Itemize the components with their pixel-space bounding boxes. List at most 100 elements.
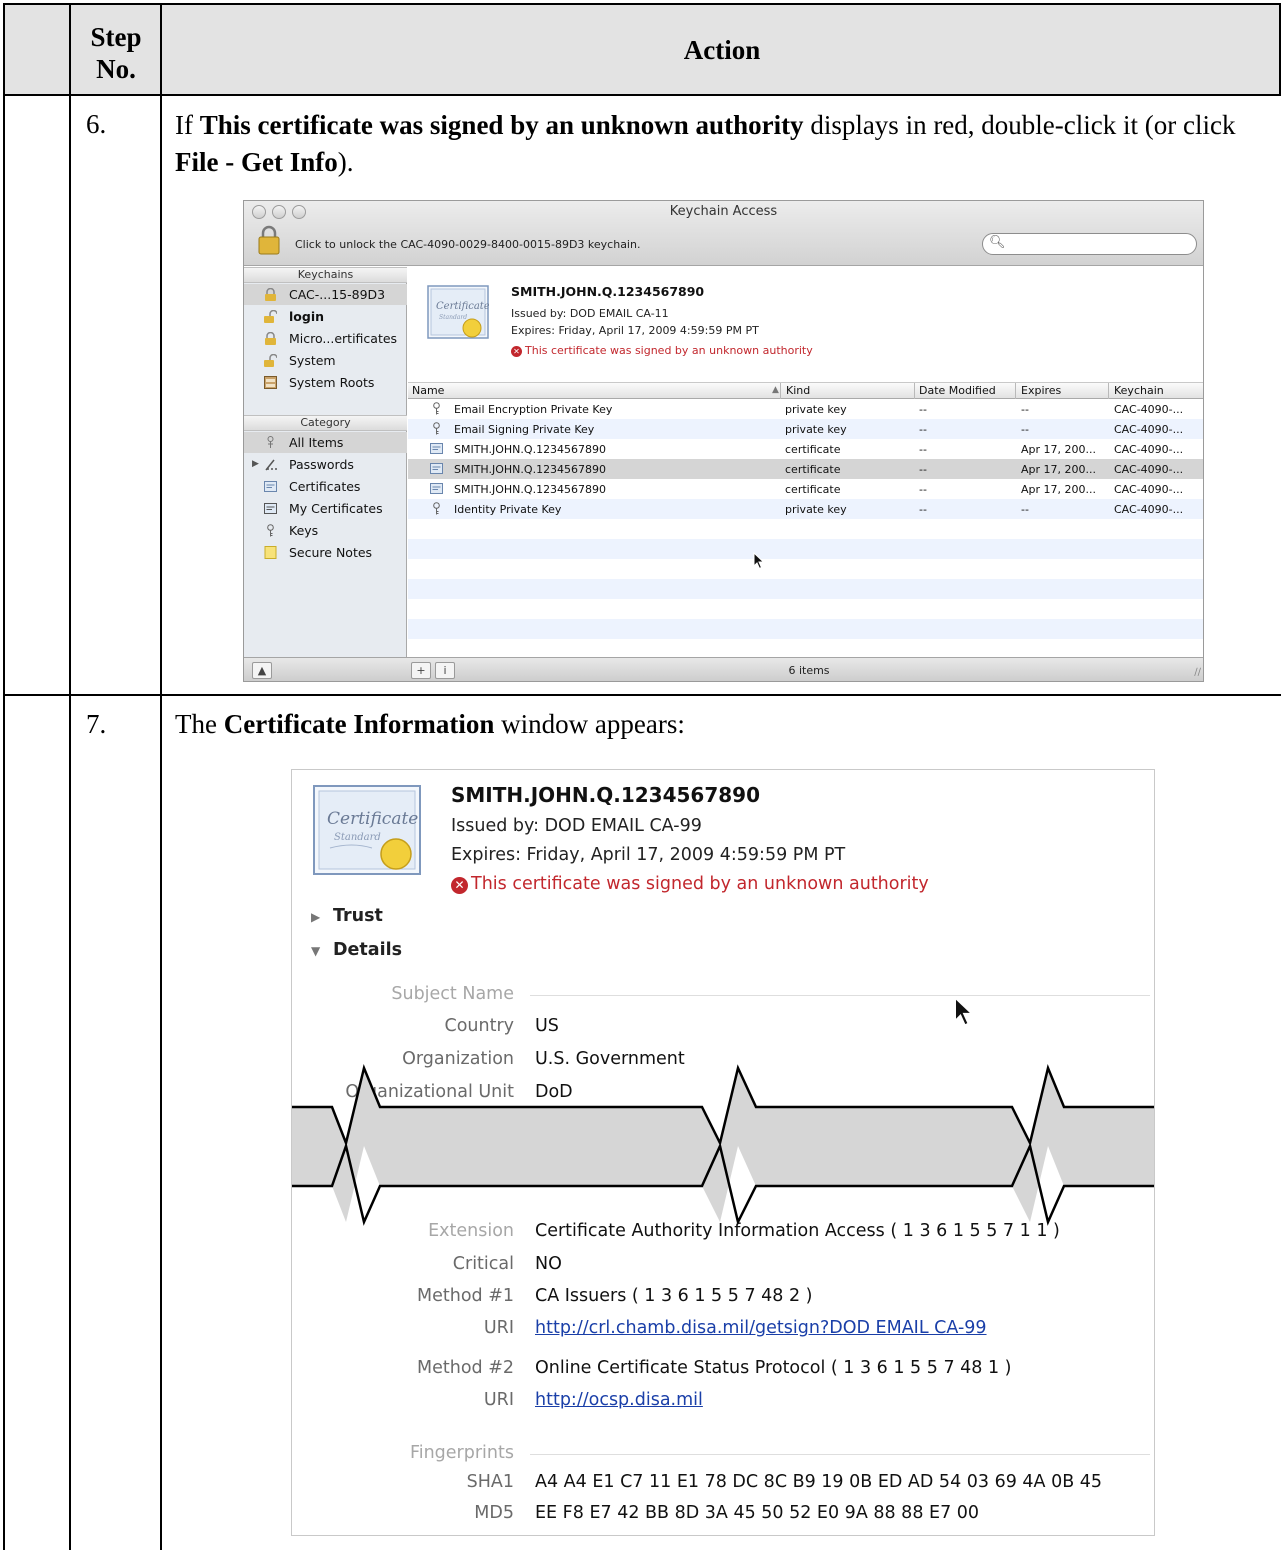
field-value: DoD	[535, 1082, 573, 1102]
window-title: Keychain Access	[669, 204, 778, 219]
trust-disclosure[interactable]: ▶ Trust	[311, 906, 383, 926]
sidebar-item-system[interactable]: System	[244, 350, 407, 371]
unlock-icon	[264, 354, 277, 367]
error-icon: ✕	[511, 346, 522, 357]
sidebar-item-secure-notes[interactable]: Secure Notes	[244, 542, 407, 563]
certificate-warning[interactable]: ✕ This certificate was signed by an unkno…	[511, 344, 813, 357]
certificate-issuer: Issued by: DOD EMAIL CA-11	[511, 307, 669, 320]
mouse-pointer-icon	[753, 552, 765, 570]
column-header-keychain[interactable]: Keychain	[1114, 384, 1164, 397]
certificate-icon: Certificate Standard	[313, 785, 421, 875]
certificate-expiry: Expires: Friday, April 17, 2009 4:59:59 …	[511, 324, 759, 337]
column-header-expires[interactable]: Expires	[1021, 384, 1061, 397]
field-value: A4 A4 E1 C7 11 E1 78 DC 8C B9 19 0B ED A…	[535, 1472, 1103, 1492]
row-kind: certificate	[785, 443, 841, 456]
table-row[interactable]: SMITH.JOHN.Q.1234567890 certificate -- A…	[408, 479, 1203, 499]
table-row[interactable]: SMITH.JOHN.Q.1234567890 certificate -- A…	[408, 439, 1203, 459]
certificate-information-window: Certificate Standard SMITH.JOHN.Q.123456…	[291, 769, 1155, 1536]
sidebar-item-label: Micro...ertificates	[289, 331, 398, 346]
resize-grip-icon[interactable]: ∕∕	[1194, 667, 1201, 678]
sidebar-item-label: CAC-...15-89D3	[289, 287, 386, 302]
bottom-toolbar: ▲ + i 6 items ∕∕	[244, 657, 1203, 681]
disclosure-triangle-icon[interactable]: ▶	[252, 454, 259, 475]
error-icon: ✕	[451, 877, 468, 894]
table-row-selected[interactable]: SMITH.JOHN.Q.1234567890 certificate -- A…	[408, 459, 1203, 479]
my-certificate-icon	[264, 503, 277, 514]
disclosure-collapsed-icon: ▶	[311, 910, 321, 924]
table-divider	[160, 3, 162, 1550]
unlock-message[interactable]: Click to unlock the CAC-4090-0029-8400-0…	[295, 238, 640, 251]
row-expires: --	[1021, 403, 1029, 416]
row-kind: certificate	[785, 483, 841, 496]
sidebar-item-keys[interactable]: Keys	[244, 520, 407, 541]
row-keychain: CAC-4090-...	[1114, 443, 1184, 456]
table-row[interactable]: Identity Private Key private key -- -- C…	[408, 499, 1203, 519]
field-label: Critical	[452, 1254, 514, 1274]
sidebar-item-label: login	[289, 309, 325, 324]
field-value: NO	[535, 1254, 562, 1274]
sidebar-item-login[interactable]: login	[244, 306, 407, 327]
field-label: Method #1	[417, 1286, 514, 1306]
step-number: 7.	[86, 709, 107, 739]
key-icon	[433, 402, 440, 415]
sidebar-item-passwords[interactable]: ▶ Passwords	[244, 454, 407, 475]
table-row[interactable]: Email Encryption Private Key private key…	[408, 399, 1203, 419]
field-label: SHA1	[466, 1472, 514, 1492]
column-separator	[914, 383, 915, 399]
section-divider	[530, 995, 1150, 996]
lock-icon	[265, 288, 276, 301]
field-value: EE F8 E7 42 BB 8D 3A 45 50 52 E0 9A 88 8…	[535, 1503, 980, 1523]
mouse-pointer-icon	[954, 996, 975, 1027]
sidebar-item-label: Secure Notes	[289, 545, 373, 560]
table-border-right	[1279, 3, 1281, 95]
sidebar-item-microsoft-certificates[interactable]: Micro...ertificates	[244, 328, 407, 349]
sidebar-item-my-certificates[interactable]: My Certificates	[244, 498, 407, 519]
keychains-header: Keychains	[244, 267, 407, 283]
table-divider	[69, 3, 71, 1550]
search-icon: 🔍︎	[989, 235, 1006, 250]
row-kind: certificate	[785, 463, 841, 476]
uri-link[interactable]: http://ocsp.disa.mil	[535, 1390, 703, 1410]
sidebar-item-system-roots[interactable]: System Roots	[244, 372, 407, 393]
search-field[interactable]: 🔍︎	[982, 233, 1197, 255]
sidebar-item-label: My Certificates	[289, 501, 383, 516]
row-date-modified: --	[919, 423, 927, 436]
field-value: U.S. Government	[535, 1049, 685, 1069]
certificate-icon	[430, 443, 443, 454]
all-items-icon	[267, 436, 274, 448]
certificate-icon	[430, 463, 443, 474]
column-header-kind[interactable]: Kind	[786, 384, 810, 397]
empty-row	[408, 539, 1203, 559]
sidebar-item-label: System	[289, 353, 336, 368]
column-separator	[1015, 383, 1016, 399]
certificate-name: SMITH.JOHN.Q.1234567890	[451, 783, 761, 807]
table-row[interactable]: Email Signing Private Key private key --…	[408, 419, 1203, 439]
sidebar-item-all-items[interactable]: All Items	[244, 432, 407, 453]
svg-text:Standard: Standard	[334, 832, 381, 843]
key-icon	[433, 502, 440, 515]
note-icon	[264, 546, 277, 559]
row-name: SMITH.JOHN.Q.1234567890	[454, 443, 607, 456]
details-disclosure[interactable]: ▼ Details	[311, 940, 402, 960]
row-name: Email Signing Private Key	[454, 423, 595, 436]
section-divider	[530, 1454, 1150, 1455]
table-border-left	[3, 3, 5, 1550]
step-instruction: If This certificate was signed by an unk…	[175, 110, 1236, 177]
sidebar-item-keychain[interactable]: CAC-...15-89D3	[244, 284, 407, 305]
row-name: Identity Private Key	[454, 503, 562, 516]
step-instruction: The Certificate Information window appea…	[175, 709, 685, 739]
row-keychain: CAC-4090-...	[1114, 463, 1184, 476]
sidebar: Keychains CAC-...15-89D3 login Micro...e…	[244, 267, 407, 657]
sidebar-item-certificates[interactable]: Certificates	[244, 476, 407, 497]
padlock-icon[interactable]	[258, 225, 280, 255]
row-keychain: CAC-4090-...	[1114, 403, 1184, 416]
column-header-name[interactable]: Name	[412, 384, 444, 397]
uri-link[interactable]: http://crl.chamb.disa.mil/getsign?DOD EM…	[535, 1318, 987, 1338]
row-name: SMITH.JOHN.Q.1234567890	[454, 463, 607, 476]
field-label: Organizational Unit	[345, 1082, 514, 1102]
field-label: Extension	[428, 1221, 514, 1241]
column-header-date-modified[interactable]: Date Modified	[919, 384, 996, 397]
step-number-header: Step No.	[90, 22, 142, 84]
sidebar-item-label: Passwords	[289, 457, 354, 472]
field-value: CA Issuers ( 1 3 6 1 5 5 7 48 2 )	[535, 1286, 813, 1306]
